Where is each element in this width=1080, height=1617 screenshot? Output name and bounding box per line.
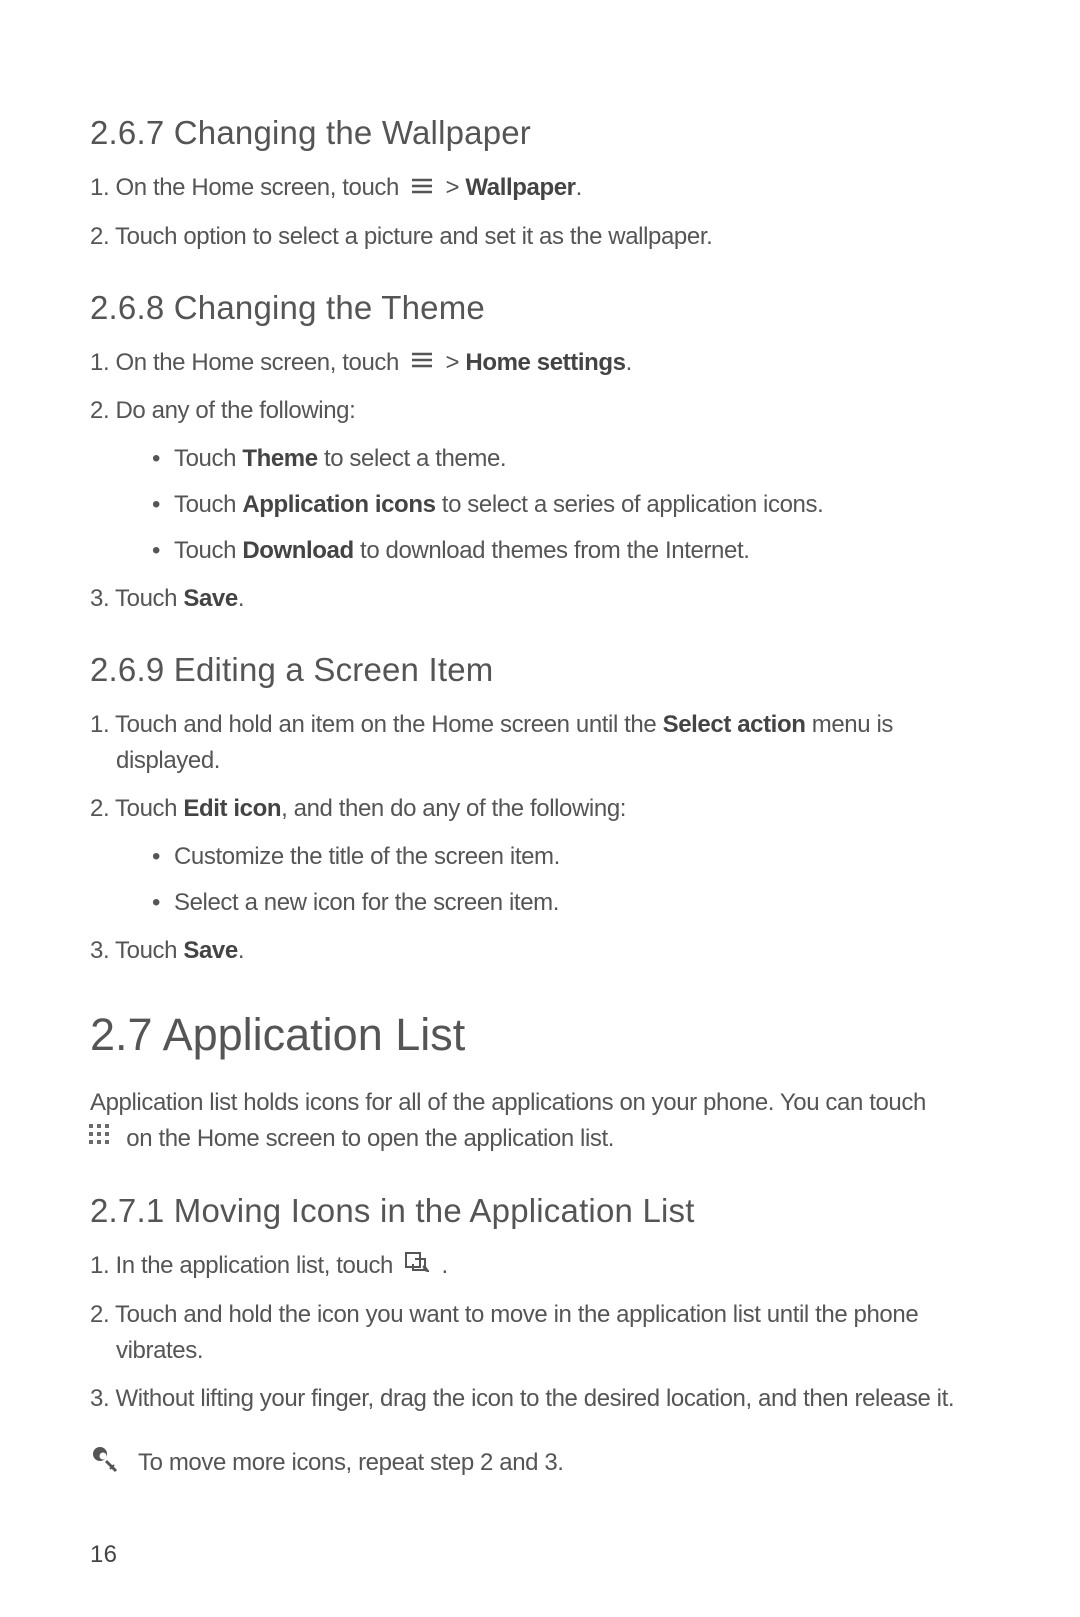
text: vibrates. <box>116 1333 990 1369</box>
text: 1. On the Home screen, touch <box>90 349 405 376</box>
bold-app-icons: Application icons <box>242 491 435 518</box>
bold-home-settings: Home settings <box>465 349 625 376</box>
text: 1. In the application list, touch <box>90 1252 399 1279</box>
text: . <box>442 1252 448 1279</box>
step-271-3: 3. Without lifting your finger, drag the… <box>90 1381 990 1417</box>
heading-268: 2.6.8 Changing the Theme <box>90 289 990 327</box>
note-icon <box>90 1445 120 1480</box>
step-267-2: 2. Touch option to select a picture and … <box>90 219 990 255</box>
bold-select-action: Select action <box>663 711 806 738</box>
bold-theme: Theme <box>242 445 317 472</box>
menu-icon <box>411 169 433 205</box>
para-27: Application list holds icons for all of … <box>90 1085 990 1158</box>
text: Touch <box>174 445 242 472</box>
bullet-268-0: Touch Theme to select a theme. <box>146 441 990 477</box>
bullet-268-1: Touch Application icons to select a seri… <box>146 487 990 523</box>
heading-271: 2.7.1 Moving Icons in the Application Li… <box>90 1192 990 1230</box>
text: 3. Touch <box>90 937 183 964</box>
menu-icon <box>411 343 433 379</box>
heading-27: 2.7 Application List <box>90 1009 990 1061</box>
text: Touch <box>174 491 242 518</box>
text: Touch <box>174 537 242 564</box>
text: , and then do any of the following: <box>281 795 626 822</box>
bold-download: Download <box>242 537 353 564</box>
bullet-269-0: Customize the title of the screen item. <box>146 839 990 875</box>
step-269-1: 1. Touch and hold an item on the Home sc… <box>90 707 990 779</box>
text: menu is <box>805 711 893 738</box>
step-268-3: 3. Touch Save. <box>90 581 990 617</box>
text: to select a theme. <box>318 445 507 472</box>
bold-save: Save <box>183 585 237 612</box>
bullet-269-1: Select a new icon for the screen item. <box>146 885 990 921</box>
note-row: To move more icons, repeat step 2 and 3. <box>90 1445 990 1481</box>
manual-page: 2.6.7 Changing the Wallpaper 1. On the H… <box>0 0 1080 1617</box>
note-text: To move more icons, repeat step 2 and 3. <box>138 1445 564 1481</box>
step-267-1: 1. On the Home screen, touch > Wallpaper… <box>90 170 990 207</box>
text: > <box>446 174 466 201</box>
page-number: 16 <box>90 1541 990 1569</box>
heading-267: 2.6.7 Changing the Wallpaper <box>90 114 990 152</box>
text: 2. Touch <box>90 795 183 822</box>
text: on the Home screen to open the applicati… <box>126 1125 614 1152</box>
text: > <box>446 349 466 376</box>
step-271-2: 2. Touch and hold the icon you want to m… <box>90 1297 990 1369</box>
bold-save: Save <box>183 937 237 964</box>
text: . <box>238 937 244 964</box>
text: . <box>238 585 244 612</box>
text: . <box>626 349 632 376</box>
text: to download themes from the Internet. <box>354 537 750 564</box>
move-icon <box>405 1247 429 1283</box>
bold-wallpaper: Wallpaper <box>465 174 575 201</box>
text: 1. On the Home screen, touch <box>90 174 405 201</box>
step-269-3: 3. Touch Save. <box>90 933 990 969</box>
step-268-2: 2. Do any of the following: <box>90 393 990 429</box>
app-grid-icon <box>88 1120 110 1156</box>
step-271-1: 1. In the application list, touch . <box>90 1248 990 1285</box>
text: displayed. <box>116 743 990 779</box>
step-268-1: 1. On the Home screen, touch > Home sett… <box>90 345 990 382</box>
text: . <box>576 174 582 201</box>
text: 3. Touch <box>90 585 183 612</box>
text: Application list holds icons for all of … <box>90 1089 926 1116</box>
text: 2. Touch and hold the icon you want to m… <box>90 1301 918 1328</box>
text: to select a series of application icons. <box>436 491 824 518</box>
bullet-268-2: Touch Download to download themes from t… <box>146 533 990 569</box>
bold-edit-icon: Edit icon <box>183 795 281 822</box>
step-269-2: 2. Touch Edit icon, and then do any of t… <box>90 791 990 827</box>
heading-269: 2.6.9 Editing a Screen Item <box>90 651 990 689</box>
text: 1. Touch and hold an item on the Home sc… <box>90 711 663 738</box>
